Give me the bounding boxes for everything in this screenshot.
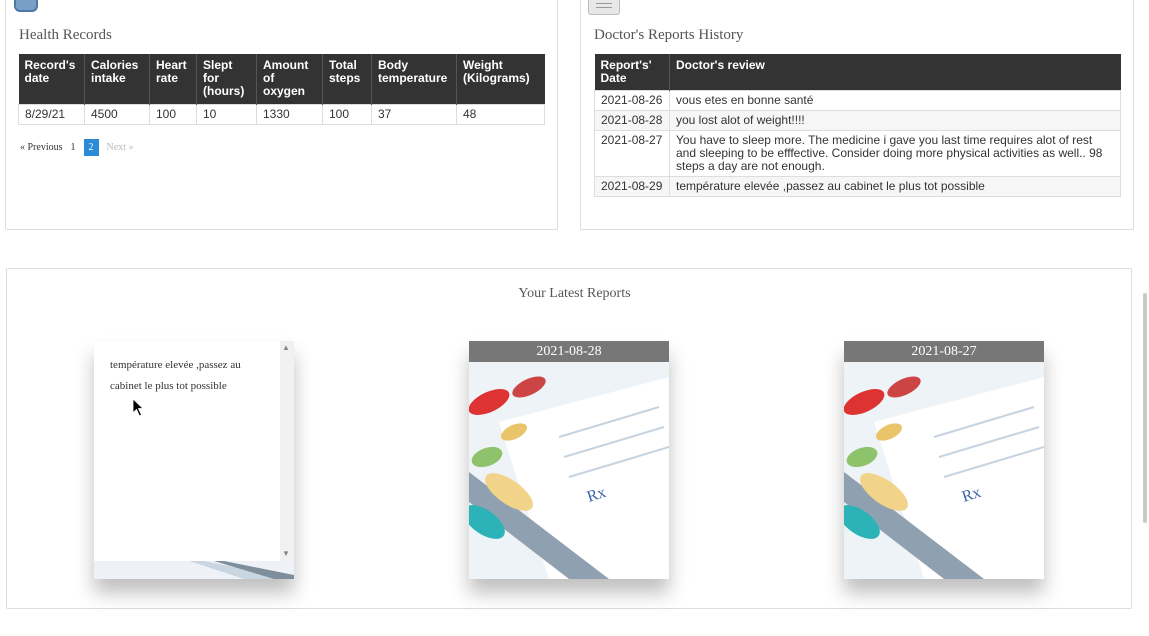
table-cell: You have to sleep more. The medicine i g… [669,129,1121,177]
column-header: Total steps [322,54,372,104]
table-row: 2021-08-27 You have to sleep more. The m… [594,129,1121,177]
card-scrollbar[interactable]: ▲ ▼ [280,341,294,561]
table-cell: température elevée ,passez au cabinet le… [669,175,1121,197]
column-header: Report's' Date [594,54,670,90]
table-row: 8/29/21 4500 100 10 1330 100 37 48 [18,103,545,125]
table-row: 2021-08-28 you lost alot of weight!!!! [594,109,1121,131]
latest-reports-title: Your Latest Reports [518,286,631,301]
clipboard-icon [14,0,38,12]
table-cell: 48 [456,103,545,125]
column-header: Heart rate [149,54,197,104]
prescription-pills-image: Rx [844,362,1044,579]
column-header: Amount of oxygen [256,54,323,104]
health-records-table: Record's date Calories intake Heart rate… [18,54,545,125]
table-cell: 100 [322,103,372,125]
table-cell: 100 [149,103,197,125]
doctor-reports-table: Report's' Date Doctor's review 2021-08-2… [594,54,1121,197]
table-cell: 2021-08-26 [594,89,670,111]
column-header: Body temperature [371,54,457,104]
table-cell: 37 [371,103,457,125]
prescription-pills-image: Rx [469,362,669,579]
report-card-date: 2021-08-27 [844,341,1044,362]
table-cell: you lost alot of weight!!!! [669,109,1121,131]
pagination-page-2[interactable]: 2 [83,139,99,156]
card-image-strip [94,561,294,579]
column-header: Slept for (hours) [196,54,257,104]
pagination-next[interactable]: Next » [107,142,134,153]
document-icon [588,0,620,15]
column-header: Doctor's review [669,54,1121,90]
report-card[interactable]: 2021-08-27 Rx [844,341,1044,579]
mouse-cursor-icon [133,399,145,417]
health-records-title: Health Records [19,27,112,43]
column-header: Calories intake [84,54,150,104]
pagination-page-1[interactable]: 1 [71,142,76,153]
column-header: Record's date [18,54,85,104]
table-cell: 1330 [256,103,323,125]
table-cell: 2021-08-27 [594,129,670,177]
pagination-previous[interactable]: « Previous [20,142,63,153]
page-scrollbar[interactable] [1143,293,1147,523]
scroll-up-icon[interactable]: ▲ [282,343,290,352]
table-cell: 4500 [84,103,150,125]
table-cell: 8/29/21 [18,103,85,125]
report-card-text[interactable]: température elevée ,passez au cabinet le… [94,341,294,579]
pagination: « Previous 1 2 Next » [20,139,141,156]
table-cell: 2021-08-29 [594,175,670,197]
table-row: 2021-08-26 vous etes en bonne santé [594,89,1121,111]
table-cell: vous etes en bonne santé [669,89,1121,111]
doctor-reports-title: Doctor's Reports History [594,27,744,43]
report-text: température elevée ,passez au cabinet le… [110,359,241,392]
report-card[interactable]: 2021-08-28 Rx [469,341,669,579]
table-row: 2021-08-29 température elevée ,passez au… [594,175,1121,197]
column-header: Weight (Kilograms) [456,54,545,104]
report-card-date: 2021-08-28 [469,341,669,362]
scroll-down-icon[interactable]: ▼ [282,549,290,558]
table-cell: 2021-08-28 [594,109,670,131]
table-cell: 10 [196,103,257,125]
